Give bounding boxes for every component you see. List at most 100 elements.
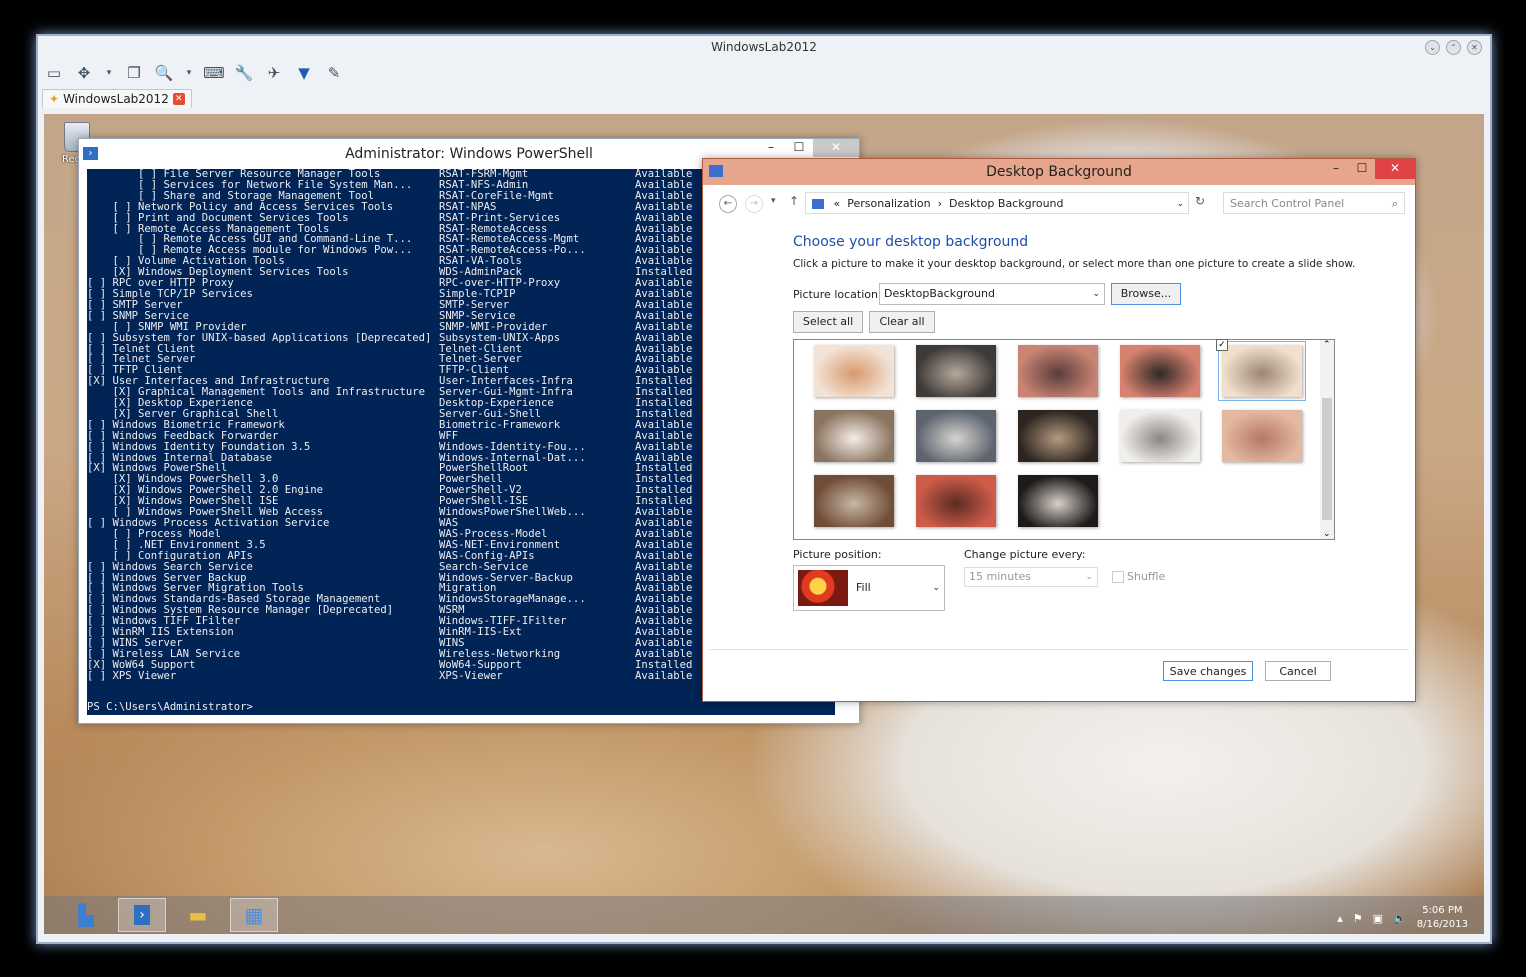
search-icon: ⌕	[1391, 197, 1398, 210]
wallpaper-thumbnail[interactable]	[1120, 410, 1200, 462]
wallpaper-thumbnail[interactable]	[916, 475, 996, 527]
cp-title: Desktop Background	[986, 164, 1132, 180]
maximize-button[interactable]: ☐	[785, 139, 813, 157]
footer-divider	[709, 649, 1409, 650]
network-icon[interactable]: ▣	[1373, 912, 1383, 925]
wallpaper-thumbnail[interactable]	[814, 475, 894, 527]
tools-icon[interactable]: 🔧	[234, 64, 254, 82]
gallery-scrollbar[interactable]: ⌃ ⌄	[1320, 340, 1334, 539]
forward-icon[interactable]: →	[745, 195, 763, 213]
save-changes-button[interactable]: Save changes	[1163, 661, 1253, 681]
picture-gallery[interactable]: ⌃ ⌄ ✓	[793, 339, 1335, 540]
cancel-button[interactable]: Cancel	[1265, 661, 1331, 681]
wallpaper-thumbnail[interactable]	[814, 345, 894, 397]
wallpaper-thumbnail[interactable]	[1018, 410, 1098, 462]
picture-location-select[interactable]: DesktopBackground ⌄	[879, 283, 1105, 305]
up-icon[interactable]: ↑	[789, 194, 799, 208]
clock-date: 8/16/2013	[1416, 919, 1468, 930]
chevron-down-icon: ⌄	[1092, 289, 1100, 299]
breadcrumb-desktop-background[interactable]: Desktop Background	[949, 197, 1064, 210]
screen-icon[interactable]: ▭	[44, 64, 64, 82]
powershell-title: Administrator: Windows PowerShell	[345, 146, 593, 162]
wallpaper-thumbnail[interactable]	[916, 410, 996, 462]
scroll-up-icon[interactable]: ⌃	[1323, 340, 1331, 350]
filter-icon[interactable]: ▼	[294, 64, 314, 82]
close-icon[interactable]: ✕	[1467, 40, 1482, 55]
shuffle-label: Shuffle	[1127, 570, 1166, 583]
volume-muted-icon[interactable]: 🔈	[1393, 912, 1407, 925]
chevron-down-icon[interactable]: ▾	[104, 64, 114, 82]
brush-icon[interactable]: ✎	[324, 64, 344, 82]
wallpaper-thumbnail[interactable]: ✓	[1216, 339, 1306, 401]
vm-icon: ✦	[49, 92, 60, 106]
wallpaper-thumbnail[interactable]	[916, 345, 996, 397]
clock[interactable]: 5:06 PM 8/16/2013	[1417, 904, 1468, 932]
maximize-icon[interactable]: ⌃	[1446, 40, 1461, 55]
picture-position-label: Picture position:	[793, 548, 882, 561]
wallpaper-thumbnail[interactable]	[1018, 345, 1098, 397]
chevron-down-icon[interactable]: ⌄	[1176, 193, 1184, 215]
minimize-icon[interactable]: ⌄	[1425, 40, 1440, 55]
change-every-select[interactable]: 15 minutes ⌄	[964, 567, 1098, 587]
desktop-background-window: Desktop Background – ☐ ✕ ← → ▾ ↑ « Perso	[702, 158, 1416, 702]
install-state: Available	[635, 440, 693, 453]
minimize-button[interactable]: –	[1323, 159, 1349, 179]
vm-tab-bar: ✦ WindowsLab2012 ✕	[42, 88, 192, 110]
select-all-button[interactable]: Select all	[793, 311, 863, 333]
system-tray: ▴ ⚑ ▣ 🔈 5:06 PM 8/16/2013	[1337, 904, 1468, 932]
host-titlebar: WindowsLab2012 ⌄ ⌃ ✕	[38, 36, 1490, 58]
change-every-label: Change picture every:	[964, 548, 1086, 561]
minimize-button[interactable]: –	[757, 139, 785, 157]
close-tab-icon[interactable]: ✕	[172, 93, 185, 105]
console-prompt[interactable]: PS C:\Users\Administrator>	[87, 702, 253, 713]
feature-display-name: [ ] SNMP WMI Provider	[87, 320, 247, 333]
maximize-button[interactable]: ☐	[1349, 159, 1375, 179]
copy-icon[interactable]: ❐	[124, 64, 144, 82]
change-every-value: 15 minutes	[969, 570, 1032, 583]
scroll-thumb[interactable]	[1322, 398, 1332, 520]
fill-preview-image	[798, 570, 848, 606]
fullscreen-icon[interactable]: ✥	[74, 64, 94, 82]
install-state: Available	[635, 549, 693, 562]
zoom-icon[interactable]: 🔍	[154, 64, 174, 82]
page-title: Choose your desktop background	[793, 234, 1029, 250]
chevron-down-icon[interactable]: ▾	[184, 64, 194, 82]
file-explorer-icon[interactable]: ▬	[174, 898, 222, 932]
back-icon[interactable]: ←	[719, 195, 737, 213]
feature-name: Subsystem-UNIX-Apps	[439, 331, 561, 344]
scroll-down-icon[interactable]: ⌄	[1323, 529, 1331, 539]
host-title: WindowsLab2012	[711, 40, 817, 54]
tab-label: WindowsLab2012	[63, 92, 169, 106]
server-manager-icon[interactable]: ▙	[62, 898, 110, 932]
install-state: Available	[635, 560, 693, 573]
breadcrumb[interactable]: « Personalization › Desktop Background ⌄	[805, 192, 1189, 214]
feature-display-name: [ ] Network Policy and Access Services T…	[87, 200, 394, 213]
check-icon[interactable]: ✓	[1216, 339, 1228, 351]
search-input[interactable]: Search Control Panel ⌕	[1223, 192, 1405, 214]
close-button[interactable]: ✕	[1375, 159, 1415, 179]
send-icon[interactable]: ✈	[264, 64, 284, 82]
wallpaper-thumbnail[interactable]	[1222, 410, 1302, 462]
breadcrumb-personalization[interactable]: Personalization	[847, 197, 930, 210]
recent-dropdown-icon[interactable]: ▾	[771, 196, 776, 206]
wallpaper-thumbnail[interactable]	[1120, 345, 1200, 397]
flag-icon[interactable]: ⚑	[1353, 912, 1363, 925]
wallpaper-thumbnail[interactable]	[1018, 475, 1098, 527]
refresh-icon[interactable]: ↻	[1195, 194, 1205, 208]
wallpaper-thumbnail[interactable]	[814, 410, 894, 462]
guest-desktop: Rec › Administrator: Windows PowerShell …	[44, 114, 1484, 934]
control-panel-icon[interactable]: ▦	[230, 898, 278, 932]
picture-position-select[interactable]: Fill ⌄	[793, 565, 945, 611]
feature-name: Search-Service	[439, 560, 529, 573]
browse-button[interactable]: Browse...	[1111, 283, 1181, 305]
shuffle-checkbox[interactable]	[1112, 571, 1124, 583]
chevron-down-icon: ⌄	[1085, 572, 1093, 582]
host-toolbar: ▭ ✥ ▾ ❐ 🔍 ▾ ⌨ 🔧 ✈ ▼ ✎	[44, 60, 344, 86]
tab-windowslab2012[interactable]: ✦ WindowsLab2012 ✕	[42, 89, 192, 108]
powershell-icon[interactable]: ›	[118, 898, 166, 932]
install-state: Available	[635, 669, 693, 682]
clear-all-button[interactable]: Clear all	[869, 311, 935, 333]
tray-expand-icon[interactable]: ▴	[1337, 912, 1343, 925]
close-button[interactable]: ✕	[813, 139, 859, 157]
keyboard-icon[interactable]: ⌨	[203, 64, 225, 82]
